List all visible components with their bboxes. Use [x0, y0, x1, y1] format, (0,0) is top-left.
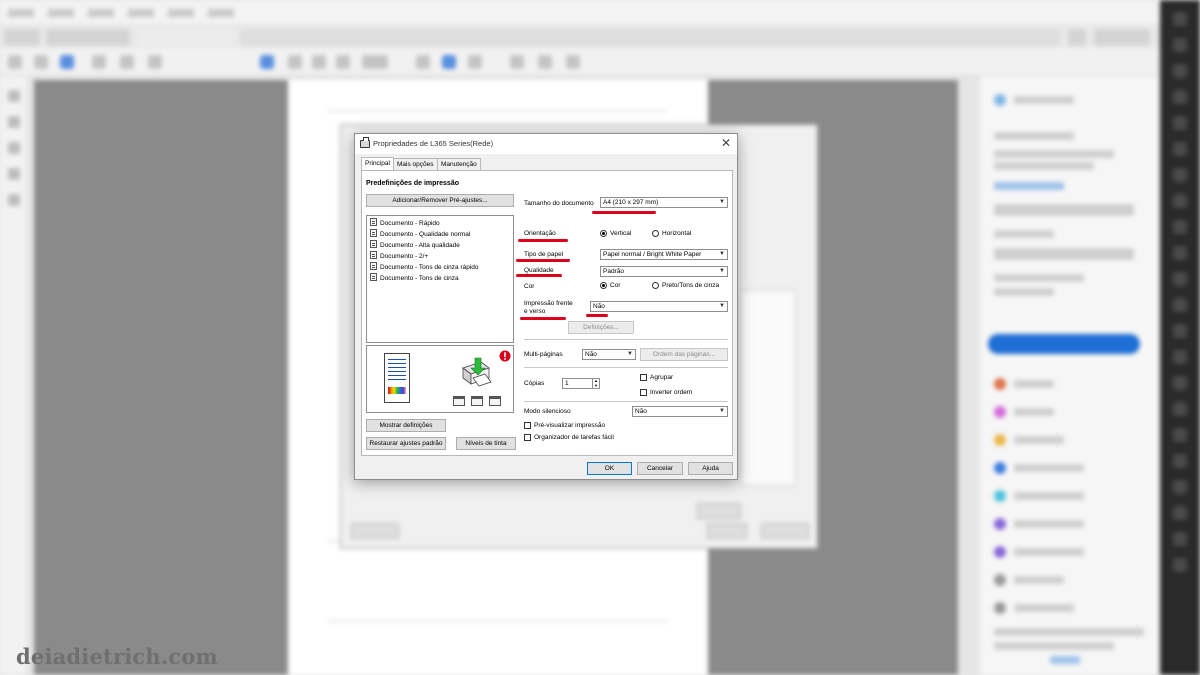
- tab-panel-principal: Predefinições de impressão Adicionar/Rem…: [361, 170, 733, 456]
- printer-icon: [360, 137, 370, 148]
- collate-label: Agrupar: [650, 374, 674, 381]
- annotation-underline: [516, 274, 562, 277]
- annotation-underline: [520, 317, 566, 320]
- list-item[interactable]: Documento - Tons de cinza rápido: [370, 262, 479, 272]
- printer-icon: [462, 357, 492, 387]
- list-item[interactable]: Documento - Qualidade normal: [370, 229, 470, 239]
- printer-properties-dialog: Propriedades de L365 Series(Rede) ✕ Prin…: [354, 133, 738, 480]
- dialog-titlebar: Propriedades de L365 Series(Rede) ✕: [355, 134, 737, 154]
- copies-stepper[interactable]: 1 ▲ ▼: [562, 378, 600, 389]
- orientation-vertical-radio[interactable]: [600, 230, 607, 237]
- list-item[interactable]: Documento - Tons de cinza: [370, 273, 459, 283]
- document-icon: [370, 229, 377, 237]
- paper-type-label: Tipo de papel: [524, 251, 564, 258]
- reverse-order-checkbox[interactable]: [640, 389, 647, 396]
- document-icon: [370, 218, 377, 226]
- tab-manutencao[interactable]: Manutenção: [437, 158, 481, 170]
- orientation-vertical-label: Vertical: [610, 230, 632, 237]
- orientation-horizontal-radio[interactable]: [652, 230, 659, 237]
- quality-select[interactable]: Padrão ▼: [600, 266, 728, 277]
- chevron-down-icon: ▼: [719, 268, 725, 274]
- document-icon: [370, 262, 377, 270]
- show-settings-button[interactable]: Mostrar definições: [366, 419, 446, 432]
- list-item[interactable]: Documento - 2/+: [370, 251, 428, 261]
- presets-list: Documento - Rápido Documento - Qualidade…: [366, 215, 514, 343]
- cancel-button[interactable]: Cancelar: [637, 462, 683, 475]
- bg-right-panel: [980, 76, 1160, 675]
- paper-type-select[interactable]: Papel normal / Bright White Paper ▼: [600, 249, 728, 260]
- multipage-label: Multi-páginas: [524, 351, 563, 358]
- restore-defaults-button[interactable]: Restaurar ajustes padrão: [366, 437, 446, 450]
- annotation-underline: [586, 314, 608, 317]
- duplex-select[interactable]: Não ▼: [590, 301, 728, 312]
- chevron-down-icon: ▼: [719, 303, 725, 309]
- chevron-down-icon: ▼: [627, 351, 633, 357]
- watermark-text: deiadietrich.com: [16, 644, 218, 669]
- duplex-label: Impressão frente: [524, 300, 573, 307]
- job-arranger-label: Organizador de tarefas fácil: [534, 434, 614, 441]
- quiet-mode-select[interactable]: Não ▼: [632, 406, 728, 417]
- annotation-underline: [592, 211, 656, 214]
- ink-cartridge-icon: [453, 396, 465, 406]
- help-button[interactable]: Ajuda: [688, 462, 733, 475]
- orientation-label: Orientação: [524, 230, 556, 237]
- annotation-underline: [518, 239, 568, 242]
- ink-levels-button[interactable]: Níveis de tinta: [456, 437, 516, 450]
- chevron-down-icon: ▼: [719, 199, 725, 205]
- document-icon: [370, 240, 377, 248]
- add-remove-presets-button[interactable]: Adicionar/Remover Pré-ajustes...: [366, 194, 514, 207]
- grayscale-radio[interactable]: [652, 282, 659, 289]
- reverse-order-label: Inverter ordem: [650, 389, 693, 396]
- document-size-label: Tamanho do documento: [524, 200, 594, 207]
- chevron-down-icon: ▼: [719, 408, 725, 414]
- document-icon: [370, 273, 377, 281]
- bg-print-preview: [740, 290, 796, 486]
- collate-checkbox[interactable]: [640, 374, 647, 381]
- document-icon: [370, 251, 377, 259]
- grayscale-option-label: Preto/Tons de cinza: [662, 282, 720, 289]
- bg-left-toolbar: [0, 76, 28, 675]
- orientation-horizontal-label: Horizontal: [662, 230, 692, 237]
- bg-toolbar: [0, 48, 1160, 76]
- copies-label: Cópias: [524, 380, 545, 387]
- stepper-down-icon[interactable]: ▼: [592, 384, 599, 389]
- page-order-button[interactable]: Ordem das páginas...: [640, 348, 728, 361]
- list-item[interactable]: Documento - Rápido: [370, 218, 440, 228]
- bg-tabbar: [0, 26, 1160, 48]
- color-option-label: Cor: [610, 282, 621, 289]
- dialog-title: Propriedades de L365 Series(Rede): [373, 139, 494, 148]
- bg-dark-sidebar: [1160, 0, 1200, 675]
- duplex-label-line2: e verso: [524, 308, 546, 315]
- print-preview-illustration: [366, 345, 514, 413]
- color-radio[interactable]: [600, 282, 607, 289]
- quiet-mode-label: Modo silencioso: [524, 408, 571, 415]
- multipage-select[interactable]: Não ▼: [582, 349, 636, 360]
- ink-cartridge-icon: [489, 396, 501, 406]
- color-label: Cor: [524, 283, 535, 290]
- ink-cartridge-icon: [471, 396, 483, 406]
- job-arranger-checkbox[interactable]: [524, 434, 531, 441]
- divider: [524, 401, 728, 402]
- page-preview-icon: [384, 353, 410, 403]
- divider: [524, 339, 728, 340]
- bg-menubar: [0, 0, 1160, 26]
- ok-button[interactable]: OK: [587, 462, 632, 475]
- list-item[interactable]: Documento - Alta qualidade: [370, 240, 460, 250]
- chevron-down-icon: ▼: [719, 251, 725, 257]
- alert-icon: [499, 350, 511, 362]
- tab-mais-opcoes[interactable]: Mais opções: [393, 158, 438, 170]
- quality-label: Qualidade: [524, 267, 554, 274]
- document-size-select[interactable]: A4 (210 x 297 mm) ▼: [600, 197, 728, 208]
- divider: [524, 367, 728, 368]
- tab-principal[interactable]: Principal: [361, 157, 394, 170]
- annotation-underline: [516, 259, 570, 262]
- duplex-settings-button[interactable]: Definições...: [568, 321, 634, 334]
- presets-heading: Predefinições de impressão: [366, 180, 459, 187]
- preview-print-label: Pré-visualizar impressão: [534, 422, 606, 429]
- preview-print-checkbox[interactable]: [524, 422, 531, 429]
- close-icon[interactable]: ✕: [721, 136, 731, 150]
